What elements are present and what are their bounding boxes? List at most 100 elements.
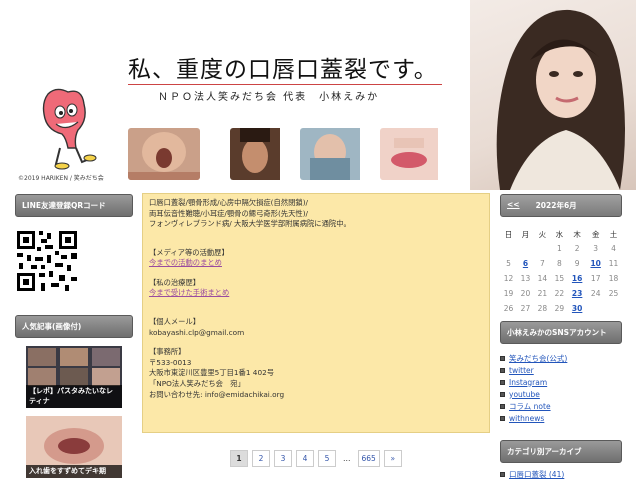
treatment-history-link[interactable]: 今まで受けた手術まとめ xyxy=(149,288,229,297)
office-addressee: 「NPO法人笑みだち会 宛」 xyxy=(149,378,245,388)
popular-item[interactable]: 入れ歯をすずめてデキ期 xyxy=(26,416,122,478)
calendar-day: 3 xyxy=(593,244,599,253)
page-last[interactable]: 665 xyxy=(357,450,380,467)
calendar-day: 12 xyxy=(503,274,514,283)
diagnosis-line: 両耳伝音性難聴/小耳症/顎骨の鰓弓奇形(先天性)/ xyxy=(149,208,309,218)
popular-item-thumbnail[interactable]: 入れ歯をすずめてデキ期 xyxy=(26,416,122,478)
popular-item-caption[interactable]: 【レポ】パスタみたいなレティナ xyxy=(26,385,122,408)
popular-widget-title: 人気記事(画像付) xyxy=(15,315,133,338)
calendar-day: 8 xyxy=(557,259,562,268)
page-4[interactable]: 4 xyxy=(296,450,314,467)
calendar-day[interactable]: 30 xyxy=(568,301,587,316)
bullet-icon xyxy=(500,391,505,397)
office-postal: 〒533-0013 xyxy=(149,357,192,367)
site-header: ©2019 HARIKEN / 笑みだち会 私、重度の口唇口蓋裂です。 ＮＰＯ法… xyxy=(0,0,636,190)
office-heading: 【事務所】 xyxy=(149,347,186,357)
calendar-day: 18 xyxy=(608,274,619,283)
calendar-day: 21 xyxy=(537,289,548,298)
calendar-weekday: 日 xyxy=(504,229,513,239)
sns-link-item[interactable]: twitter xyxy=(500,364,622,376)
popular-widget: 人気記事(画像付) 【レポ】パスタみたいなレティナ 入れ歯をすずめてデキ期 xyxy=(15,315,133,478)
popular-item[interactable]: 【レポ】パスタみたいなレティナ xyxy=(26,346,122,408)
sns-link-item[interactable]: コラム note xyxy=(500,400,622,412)
media-heading: 【メディア等の活動歴】 xyxy=(149,247,229,257)
calendar-day: 9 xyxy=(574,259,580,268)
pagination: 1 2 3 4 5 … 665 » xyxy=(230,450,402,467)
calendar-empty-cell xyxy=(605,301,622,316)
calendar-empty-cell xyxy=(534,241,551,256)
next-page-button[interactable]: » xyxy=(383,450,402,467)
bullet-icon xyxy=(500,415,505,421)
qr-widget-title: LINE友達登録QRコード xyxy=(15,194,133,217)
sns-widget-title: 小林えみかのSNSアカウント xyxy=(500,321,622,344)
sns-link-item[interactable]: youtube xyxy=(500,388,622,400)
page-2[interactable]: 2 xyxy=(252,450,270,467)
page-ellipsis: … xyxy=(343,454,351,463)
calendar-day[interactable]: 23 xyxy=(568,286,587,301)
bullet-icon xyxy=(500,403,505,409)
bullet-icon xyxy=(500,379,505,385)
site-title[interactable]: 私、重度の口唇口蓋裂です。 xyxy=(128,50,438,84)
calendar-day: 26 xyxy=(503,304,514,313)
calendar-day: 17 xyxy=(590,274,601,283)
calendar-prev-button[interactable]: << xyxy=(507,200,520,211)
calendar-weekday: 土 xyxy=(609,229,618,239)
profile-content: 口唇口蓋裂/顎骨形成/心房中隔欠損症(自然閉鎖)/ 両耳伝音性難聴/小耳症/顎骨… xyxy=(142,193,490,433)
sns-link[interactable]: youtube xyxy=(509,390,540,399)
calendar-day: 14 xyxy=(537,274,548,283)
diagnosis-line: 口唇口蓋裂/顎骨形成/心房中隔欠損症(自然閉鎖)/ xyxy=(149,198,309,207)
calendar-day[interactable]: 10 xyxy=(586,256,605,271)
line-qr-code[interactable] xyxy=(15,229,79,293)
sns-link-item[interactable]: withnews xyxy=(500,412,622,424)
contact-email: お問い合わせ先: info@emidachikai.org xyxy=(149,389,285,399)
bullet-icon xyxy=(500,367,505,373)
calendar-weekday: 木 xyxy=(573,229,581,239)
calendar-day: 15 xyxy=(554,274,565,283)
header-photo-1 xyxy=(128,128,200,180)
treatment-heading: 【私の治療歴】 xyxy=(149,277,201,287)
calendar-day: 19 xyxy=(503,289,514,298)
category-widget-title: カテゴリ別アーカイブ xyxy=(500,440,622,463)
page-5[interactable]: 5 xyxy=(318,450,336,467)
right-sidebar: << 2022年6月 日月火水木金土 1 2 3 4 5 6 7 8 9 10 11 12 13 14 15… xyxy=(500,194,622,479)
calendar-day: 11 xyxy=(608,259,619,268)
sns-link[interactable]: withnews xyxy=(509,414,544,423)
title-divider xyxy=(128,84,442,85)
calendar-month: 2022年6月 xyxy=(535,201,577,210)
calendar-weekday: 水 xyxy=(555,229,564,239)
calendar-day: 22 xyxy=(554,289,565,298)
calendar-day: 25 xyxy=(608,289,619,298)
calendar-day: 28 xyxy=(537,304,548,313)
calendar-weekday: 火 xyxy=(538,229,547,239)
sns-link-item[interactable]: Instagram xyxy=(500,376,622,388)
category-link[interactable]: 口唇口蓋裂 (41) xyxy=(509,469,564,480)
calendar-day: 13 xyxy=(520,274,531,283)
sns-link-item[interactable]: 笑みだち会(公式) xyxy=(500,352,622,364)
bullet-icon xyxy=(500,355,505,361)
left-sidebar: LINE友達登録QRコード 人気記事(画像付) 【レポ】パスタみたいなレティナ … xyxy=(15,194,133,478)
header-photo-4 xyxy=(380,128,452,180)
popular-item-thumbnail[interactable]: 【レポ】パスタみたいなレティナ xyxy=(26,346,122,408)
page-3[interactable]: 3 xyxy=(274,450,292,467)
calendar-day[interactable]: 16 xyxy=(568,271,587,286)
personal-email: kobayashi.clp@gmail.com xyxy=(149,327,245,337)
sns-widget: 小林えみかのSNSアカウント 笑みだち会(公式) twitter Instagram… xyxy=(500,321,622,424)
sns-link[interactable]: コラム note xyxy=(509,401,551,412)
calendar-day: 7 xyxy=(540,259,545,268)
category-item[interactable]: 口唇口蓋裂 (41) xyxy=(500,469,622,480)
calendar-table: 日月火水木金土 1 2 3 4 5 6 7 8 9 10 11 12 13 14 15 16 17 18 19 20 2… xyxy=(500,227,622,316)
media-activity-link[interactable]: 今までの活動のまとめ xyxy=(149,258,222,267)
calendar-day: 1 xyxy=(557,244,562,253)
popular-item-caption[interactable]: 入れ歯をすずめてデキ期 xyxy=(26,464,122,478)
sns-link[interactable]: twitter xyxy=(509,366,534,375)
calendar-weekday: 月 xyxy=(521,229,530,239)
calendar-empty-cell xyxy=(586,301,605,316)
profile-photo xyxy=(470,0,636,190)
sns-link[interactable]: Instagram xyxy=(509,378,547,387)
office-address: 大阪市東淀川区豊里5丁目1番1 402号 xyxy=(149,368,275,378)
mascot-logo[interactable] xyxy=(38,86,98,170)
sns-link[interactable]: 笑みだち会(公式) xyxy=(509,353,567,364)
calendar-empty-cell xyxy=(517,241,534,256)
diagnosis-line: フォンヴィレブランド病/ 大阪大学医学部附属病院に通院中。 xyxy=(149,219,351,229)
calendar-day[interactable]: 6 xyxy=(517,256,534,271)
